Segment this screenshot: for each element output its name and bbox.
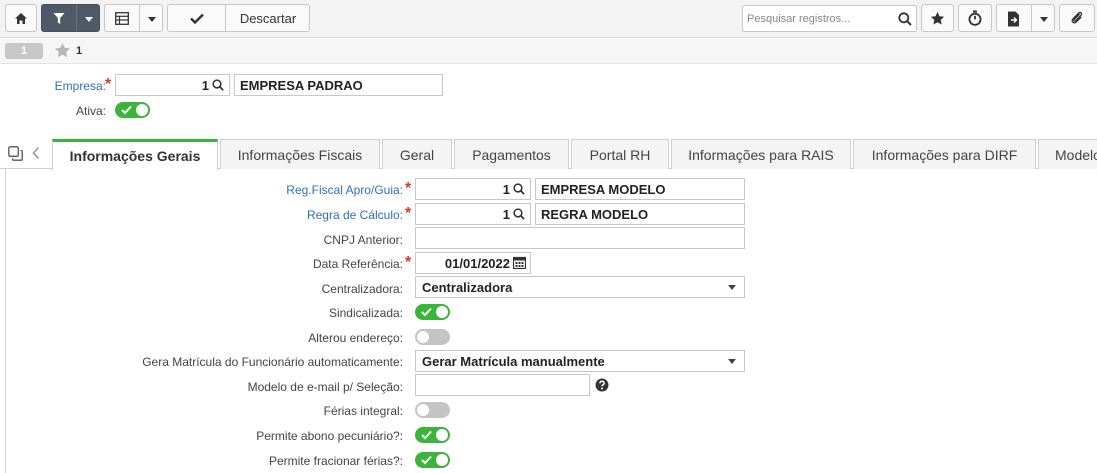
- confirm-button[interactable]: [168, 5, 225, 31]
- paperclip-icon: [1071, 11, 1083, 24]
- required-marker: *: [405, 180, 412, 197]
- centralizadora-select[interactable]: Centralizadora: [415, 276, 745, 298]
- favorites-button[interactable]: [921, 4, 954, 32]
- centralizadora-label: Centralizadora:: [321, 282, 403, 296]
- sindicalizada-toggle[interactable]: [415, 304, 450, 320]
- required-marker: *: [105, 76, 112, 93]
- tab-modelos[interactable]: Modelos: [1038, 139, 1097, 169]
- discard-button-label: Descartar: [239, 10, 297, 26]
- record-id: 1: [76, 45, 83, 57]
- fracionar-ferias-label: Permite fracionar férias?:: [268, 454, 403, 468]
- attachments-button[interactable]: [1059, 4, 1095, 32]
- modelo-email-label: Modelo de e-mail p/ Seleção:: [247, 380, 403, 394]
- modelo-email-input[interactable]: [415, 374, 590, 396]
- tab-informacoes-fiscais[interactable]: Informações Fiscais: [220, 139, 380, 169]
- calendar-icon[interactable]: [513, 256, 526, 269]
- tab-informacoes-gerais[interactable]: Informações Gerais: [52, 139, 218, 170]
- ferias-integral-label: Férias integral:: [323, 404, 403, 418]
- ferias-integral-toggle[interactable]: [415, 402, 450, 418]
- export-button[interactable]: [996, 4, 1055, 32]
- help-icon[interactable]: [595, 378, 609, 392]
- favorite-star-icon[interactable]: [54, 42, 71, 59]
- empresa-name-field[interactable]: [234, 74, 443, 96]
- view-mode-button[interactable]: [104, 4, 163, 32]
- check-icon: [421, 307, 432, 317]
- export-dropdown-caret[interactable]: [1040, 17, 1048, 22]
- chevron-down-icon: [728, 285, 736, 290]
- regra-calculo-name-field[interactable]: [535, 203, 745, 225]
- tab-geral[interactable]: Geral: [382, 139, 452, 169]
- timer-button[interactable]: [958, 4, 992, 32]
- gera-matricula-selected-value: Gerar Matrícula manualmente: [422, 354, 605, 369]
- save-discard-group: Descartar: [167, 4, 310, 32]
- chevron-left-icon[interactable]: [31, 146, 41, 160]
- alterou-endereco-toggle[interactable]: [415, 329, 450, 345]
- chevron-down-icon: [728, 359, 736, 364]
- discard-button[interactable]: Descartar: [226, 5, 310, 31]
- reg-fiscal-label[interactable]: Reg.Fiscal Apro/Guia:: [286, 183, 403, 197]
- record-index-badge[interactable]: 1: [5, 43, 43, 59]
- record-bar: 1 1: [0, 39, 1097, 64]
- cnpj-anterior-input[interactable]: [415, 227, 745, 249]
- home-button[interactable]: [5, 4, 37, 32]
- tab-portal-rh[interactable]: Portal RH: [571, 139, 669, 169]
- empresa-label[interactable]: Empresa:: [55, 79, 106, 93]
- reg-fiscal-name-field[interactable]: [535, 178, 745, 200]
- search-input[interactable]: [747, 10, 895, 27]
- search-icon[interactable]: [513, 183, 525, 195]
- data-referencia-label: Data Referência:: [312, 257, 403, 271]
- ativa-toggle[interactable]: [115, 102, 150, 118]
- abono-pecuniario-toggle[interactable]: [415, 427, 450, 443]
- check-icon: [189, 13, 204, 24]
- tab-bar: Informações Gerais Informações Fiscais G…: [0, 138, 1097, 170]
- search-box: [742, 5, 917, 32]
- tab-pagamentos[interactable]: Pagamentos: [454, 139, 569, 169]
- gera-matricula-select[interactable]: Gerar Matrícula manualmente: [415, 350, 745, 372]
- abono-pecuniario-label: Permite abono pecuniário?:: [256, 429, 403, 443]
- search-icon[interactable]: [513, 208, 525, 220]
- table-icon: [115, 12, 129, 25]
- home-icon: [15, 12, 27, 24]
- filter-dropdown-caret[interactable]: [85, 17, 93, 22]
- filter-button[interactable]: [41, 4, 100, 32]
- star-icon: [930, 11, 945, 24]
- sindicalizada-label: Sindicalizada:: [328, 306, 403, 320]
- export-file-icon: [1008, 11, 1019, 27]
- cnpj-anterior-label: CNPJ Anterior:: [323, 233, 403, 247]
- search-icon[interactable]: [212, 79, 224, 91]
- search-icon[interactable]: [898, 12, 912, 26]
- centralizadora-selected-value: Centralizadora: [422, 280, 513, 295]
- regra-calculo-label[interactable]: Regra de Cálculo:: [307, 208, 403, 222]
- timer-icon: [968, 10, 982, 26]
- check-icon: [421, 430, 432, 440]
- view-mode-dropdown-caret[interactable]: [148, 17, 156, 22]
- required-marker: *: [405, 254, 412, 271]
- ativa-label: Ativa:: [75, 104, 106, 118]
- required-marker: *: [405, 205, 412, 222]
- filter-icon: [53, 13, 65, 24]
- check-icon: [421, 455, 432, 465]
- alterou-endereco-label: Alterou endereço:: [308, 331, 403, 345]
- tab-informacoes-rais[interactable]: Informações para RAIS: [671, 139, 851, 169]
- main-toolbar: Descartar: [0, 0, 1097, 38]
- tab-informacoes-dirf[interactable]: Informações para DIRF: [853, 139, 1036, 169]
- fracionar-ferias-toggle[interactable]: [415, 452, 450, 468]
- check-icon: [121, 105, 132, 115]
- copy-icon[interactable]: [8, 146, 23, 161]
- gera-matricula-label: Gera Matrícula do Funcionário automatica…: [142, 355, 403, 369]
